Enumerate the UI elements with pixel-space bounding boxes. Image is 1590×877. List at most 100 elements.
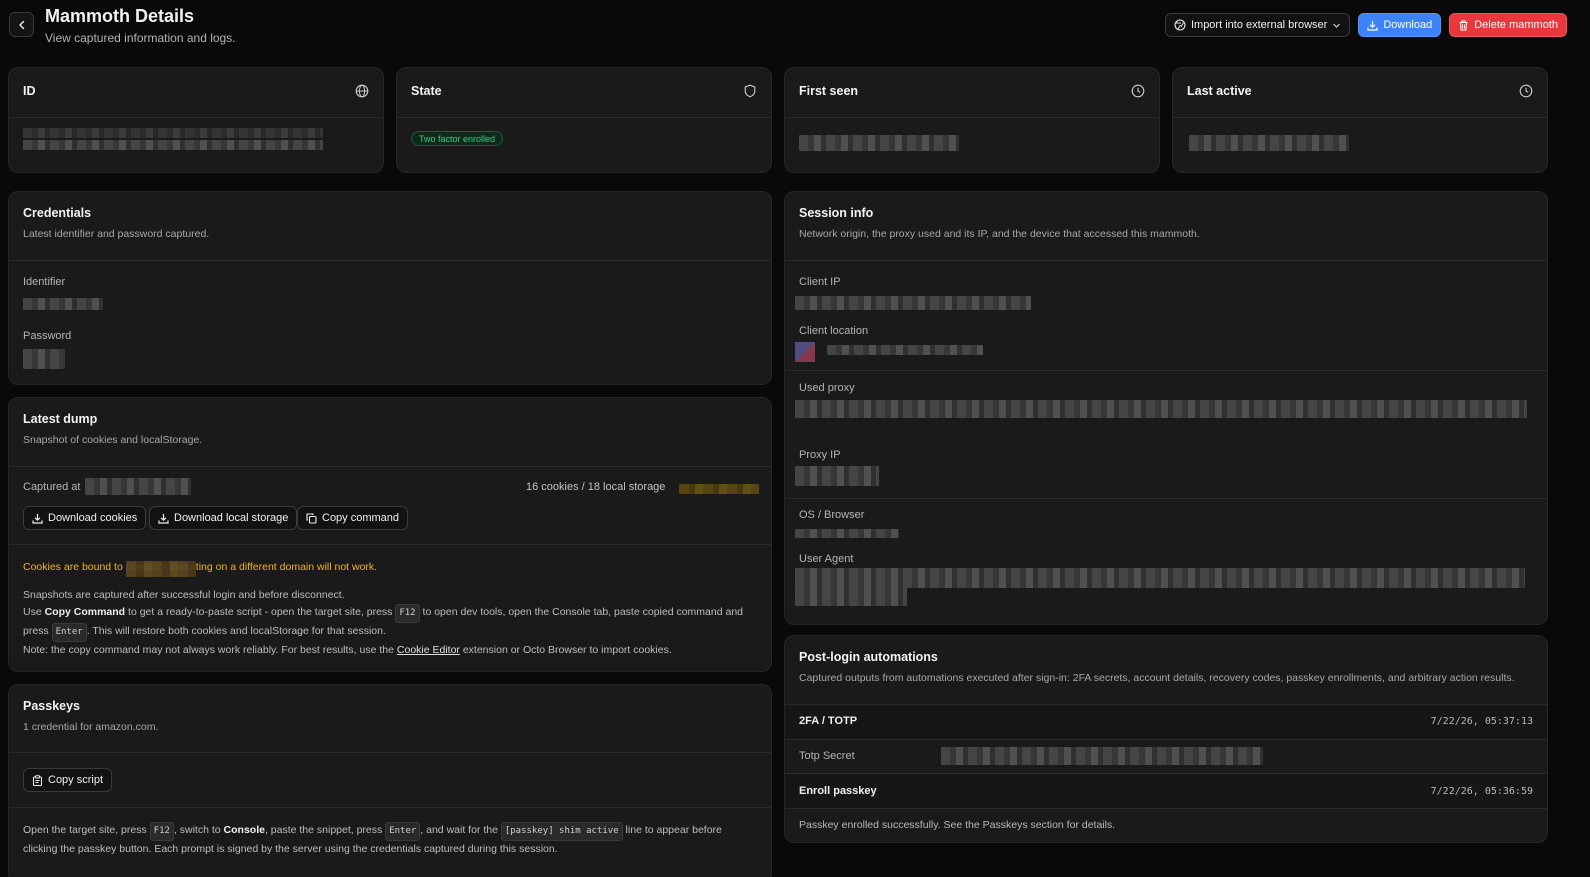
trash-icon [1459,19,1468,31]
divider [785,117,1159,118]
first-seen-card: First seen [784,67,1160,173]
copy-script-label: Copy script [48,774,104,786]
redacted-user-agent-line1 [795,568,1525,588]
state-title: State [411,84,442,98]
client-ip-label: Client IP [799,276,841,288]
download-local-storage-label: Download local storage [174,512,289,524]
credentials-card: Credentials Latest identifier and passwo… [8,191,772,385]
copy-icon [306,512,317,524]
id-title: ID [23,84,36,98]
automations-title: Post-login automations [799,650,938,664]
cookie-editor-link[interactable]: Cookie Editor [397,644,460,656]
divider [785,808,1547,809]
instructions-line: Open the target site, press F12, switch … [23,822,763,841]
globe-icon [355,84,369,98]
os-browser-label: OS / Browser [799,509,865,521]
import-label: Import into external browser [1190,19,1328,31]
redacted-id-line2 [23,140,323,150]
automation-time: 7/22/26, 05:36:59 [1430,786,1533,797]
divider [9,544,771,545]
redacted-id-line1 [23,128,323,138]
latest-dump-card: Latest dump Snapshot of cookies and loca… [8,397,772,672]
redacted-totp-secret [941,747,1263,765]
download-cookies-button[interactable]: Download cookies [23,506,147,530]
instructions-line: Snapshots are captured after successful … [23,589,345,601]
totp-secret-label: Totp Secret [799,750,855,762]
session-info-card: Session info Network origin, the proxy u… [784,191,1548,625]
used-proxy-label: Used proxy [799,382,855,394]
clock-icon [1131,84,1145,98]
divider [9,260,771,261]
divider [785,370,1547,371]
delete-label: Delete mammoth [1474,19,1558,31]
passkeys-title: Passkeys [23,699,81,713]
automation-message: Passkey enrolled successfully. See the P… [799,819,1116,831]
passkeys-desc: 1 credential for amazon.com. [23,721,159,733]
kbd-enter: Enter [51,623,87,642]
divider [1173,117,1547,118]
divider [785,260,1547,261]
redacted-dump-hash [679,484,759,494]
back-button[interactable] [9,12,34,37]
import-browser-dropdown[interactable]: Import into external browser [1164,13,1351,37]
download-button[interactable]: Download [1358,13,1442,37]
proxy-ip-label: Proxy IP [799,449,841,461]
download-label: Download [1383,19,1433,31]
redacted-first-seen [799,135,959,151]
redacted-password [23,349,65,369]
automations-card: Post-login automations Captured outputs … [784,635,1548,843]
credentials-desc: Latest identifier and password captured. [23,228,210,240]
header-actions: Import into external browser Download De… [1164,13,1567,37]
kbd-shim-active: [passkey] shim active [500,822,623,841]
session-title: Session info [799,206,874,220]
kbd-enter: Enter [385,822,421,841]
dump-instructions: Snapshots are captured after successful … [23,587,763,659]
id-card: ID [8,67,384,173]
captured-at-label: Captured at [23,481,81,493]
automation-time: 7/22/26, 05:37:13 [1430,716,1533,727]
credentials-title: Credentials [23,206,92,220]
delete-mammoth-button[interactable]: Delete mammoth [1449,13,1567,37]
chevron-down-icon [1333,23,1341,28]
warning-text-pre: Cookies are bound to [23,561,123,573]
identifier-label: Identifier [23,276,66,288]
copy-command-button[interactable]: Copy command [297,506,409,530]
divider [9,466,771,467]
divider [9,807,771,808]
download-icon [1367,20,1378,31]
redacted-proxy-ip [795,466,879,486]
dump-counts: 16 cookies / 18 local storage [526,481,666,493]
divider [9,117,383,118]
redacted-captured-at [85,478,191,495]
download-icon [32,513,43,524]
passkey-instructions: Open the target site, press F12, switch … [23,822,763,858]
redacted-used-proxy [795,400,1527,418]
download-icon [158,513,169,524]
chevron-left-icon [18,20,24,29]
divider [9,752,771,753]
shield-icon [744,84,756,98]
dump-title: Latest dump [23,412,98,426]
copy-script-button[interactable]: Copy script [23,768,113,792]
automation-name: 2FA / TOTP [799,715,858,727]
redacted-identifier [23,298,103,310]
redacted-os-browser [795,529,899,538]
page-title: Mammoth Details [45,6,195,26]
instructions-line: Note: the copy command may not always wo… [23,644,672,656]
state-card: State Two factor enrolled [396,67,772,173]
passkeys-card: Passkeys 1 credential for amazon.com. Co… [8,684,772,877]
instructions-line: press Enter. This will restore both cook… [23,623,763,642]
first-seen-title: First seen [799,84,859,98]
password-label: Password [23,330,72,342]
instructions-line: Use Copy Command to get a ready-to-paste… [23,604,763,623]
kbd-f12: F12 [149,822,174,841]
redacted-last-active [1189,135,1349,151]
page-subtitle: View captured information and logs. [45,31,236,45]
client-location-label: Client location [799,325,869,337]
domain-warning: Cookies are bound to domain - importing … [23,561,377,577]
redacted-client-location [827,345,983,355]
download-local-storage-button[interactable]: Download local storage [149,506,298,530]
browser-icon [1174,19,1186,31]
redacted-client-ip [795,296,1031,310]
last-active-title: Last active [1187,84,1252,98]
